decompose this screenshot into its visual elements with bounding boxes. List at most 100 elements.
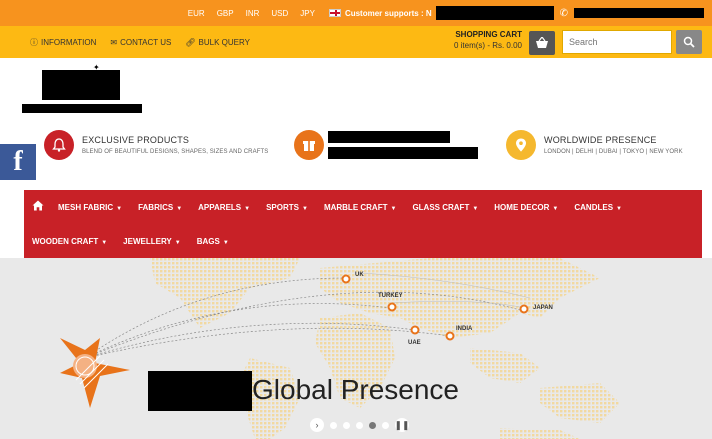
redacted-feature-subtitle [328, 147, 478, 159]
nav-item-wooden-craft[interactable]: WOODEN CRAFT ▼ [24, 237, 115, 246]
caret-down-icon: ▼ [472, 205, 479, 212]
feature-subtitle: BLEND OF BEAUTIFUL DESIGNS, SHAPES, SIZE… [82, 149, 269, 155]
search-icon [683, 36, 695, 48]
caret-down-icon: ▼ [301, 205, 308, 212]
redacted-email [435, 6, 554, 20]
carousel-dot[interactable] [330, 421, 337, 429]
city-label-uae: UAE [408, 340, 421, 346]
nav-label: BAGS [196, 236, 220, 246]
currency-inr[interactable]: INR [240, 9, 266, 18]
link-icon: 🔗︎ [185, 37, 196, 47]
utility-links: ⓘ INFORMATION ✉ CONTACT US 🔗︎ BULK QUERY [30, 37, 250, 48]
caret-down-icon: ▼ [390, 205, 397, 212]
feature-redacted [294, 130, 478, 160]
nav-item-home-decor[interactable]: HOME DECOR ▼ [486, 203, 566, 212]
location-pin-icon [506, 130, 536, 160]
carousel-dot[interactable] [343, 421, 350, 429]
customer-support-label: Customer supports : N [344, 8, 432, 18]
nav-item-fabrics[interactable]: FABRICS ▼ [130, 203, 190, 212]
nav-label: SPORTS [266, 202, 299, 212]
feature-subtitle: LONDON | DELHI | DUBAI | TOKYO | NEW YOR… [544, 149, 683, 155]
nav-label: FABRICS [138, 202, 174, 212]
nav-label: HOME DECOR [494, 202, 550, 212]
information-label: INFORMATION [41, 37, 97, 47]
shopping-cart[interactable]: SHOPPING CART 0 item(s) - Rs. 0.00 [440, 30, 522, 50]
currency-jpy[interactable]: JPY [294, 9, 321, 18]
nav-item-glass-craft[interactable]: GLASS CRAFT ▼ [404, 203, 486, 212]
nav-label: WOODEN CRAFT [32, 236, 99, 246]
nav-row-2: WOODEN CRAFT ▼ JEWELLERY ▼ BAGS ▼ [24, 224, 237, 258]
feature-title: WORLDWIDE PRESENCE [544, 135, 657, 145]
nav-label: JEWELLERY [123, 236, 172, 246]
secondary-bar: ⓘ INFORMATION ✉ CONTACT US 🔗︎ BULK QUERY… [0, 26, 712, 58]
redacted-brand-name [148, 371, 252, 411]
top-bar: EUR GBP INR USD JPY Customer supports : … [0, 0, 712, 26]
contact-us-label: CONTACT US [120, 37, 172, 47]
feature-worldwide-presence: WORLDWIDE PRESENCE LONDON | DELHI | DUBA… [506, 130, 683, 160]
carousel-pause-icon[interactable]: ❚❚ [394, 418, 410, 432]
feature-title: EXCLUSIVE PRODUCTS [82, 135, 190, 145]
carousel-dot[interactable] [382, 421, 389, 429]
city-label-india: INDIA [456, 326, 473, 332]
uk-flag-icon [328, 9, 341, 17]
world-map-graphic [60, 258, 620, 439]
feature-exclusive-products: EXCLUSIVE PRODUCTS BLEND OF BEAUTIFUL DE… [44, 130, 268, 160]
cart-title: SHOPPING CART [455, 30, 522, 39]
currency-eur[interactable]: EUR [182, 9, 211, 18]
page: EUR GBP INR USD JPY Customer supports : … [0, 0, 712, 439]
phone-icon: ✆ [559, 7, 568, 19]
home-icon[interactable] [24, 200, 50, 214]
city-label-japan: JAPAN [533, 305, 553, 311]
bulk-query-label: BULK QUERY [198, 37, 250, 47]
basket-icon[interactable] [529, 31, 555, 55]
contact-us-link[interactable]: ✉ CONTACT US [110, 37, 171, 48]
facebook-button[interactable]: f [0, 144, 36, 180]
nav-item-apparels[interactable]: APPARELS ▼ [190, 203, 258, 212]
city-label-turkey: TURKEY [378, 293, 403, 299]
banner-title: Global Presence [252, 374, 460, 405]
redacted-phone [574, 8, 704, 18]
redacted-logo[interactable] [42, 70, 120, 100]
currency-gbp[interactable]: GBP [211, 9, 240, 18]
hero-banner: UK TURKEY JAPAN INDIA UAE Global Presenc… [0, 258, 712, 439]
nav-item-mesh-fabric[interactable]: MESH FABRIC ▼ [50, 203, 130, 212]
nav-label: APPARELS [198, 202, 242, 212]
carousel-dot[interactable] [356, 421, 363, 429]
redacted-feature-title [328, 131, 450, 143]
redacted-logo-tagline [22, 104, 142, 113]
search-button[interactable] [676, 30, 702, 54]
caret-down-icon: ▼ [616, 205, 622, 212]
cart-summary: 0 item(s) - Rs. 0.00 [453, 41, 522, 50]
search-input[interactable] [562, 30, 672, 54]
nav-item-candles[interactable]: CANDLES ▼ [566, 203, 630, 212]
caret-down-icon: ▼ [174, 239, 181, 246]
carousel-next-icon[interactable]: › [310, 418, 324, 432]
nav-label: MARBLE CRAFT [323, 202, 388, 212]
facebook-icon: f [13, 146, 23, 177]
envelope-icon: ✉ [110, 37, 118, 47]
information-link[interactable]: ⓘ INFORMATION [30, 37, 96, 48]
caret-down-icon: ▼ [552, 205, 559, 212]
caret-down-icon: ▼ [101, 239, 108, 246]
nav-item-sports[interactable]: SPORTS ▼ [258, 203, 316, 212]
bulk-query-link[interactable]: 🔗︎ BULK QUERY [185, 37, 250, 48]
caret-down-icon: ▼ [222, 239, 229, 246]
carousel-dot-active[interactable] [369, 421, 376, 429]
caret-down-icon: ▼ [176, 205, 183, 212]
nav-row-1: MESH FABRIC ▼ FABRICS ▼ APPARELS ▼ SPORTS ▼ … [24, 190, 630, 224]
nav-label: CANDLES [574, 202, 614, 212]
currency-usd[interactable]: USD [265, 9, 294, 18]
caret-down-icon: ▼ [116, 205, 123, 212]
nav-item-jewellery[interactable]: JEWELLERY ▼ [115, 237, 189, 246]
caret-down-icon: ▼ [244, 205, 251, 212]
gift-icon [294, 130, 324, 160]
nav-label: MESH FABRIC [58, 202, 114, 212]
main-navigation: MESH FABRIC ▼ FABRICS ▼ APPARELS ▼ SPORTS ▼ … [24, 190, 702, 258]
bell-icon [44, 130, 74, 160]
nav-label: GLASS CRAFT [412, 202, 470, 212]
carousel-controls: › ❚❚ [310, 418, 410, 432]
nav-item-marble-craft[interactable]: MARBLE CRAFT ▼ [316, 203, 405, 212]
nav-item-bags[interactable]: BAGS ▼ [189, 237, 237, 246]
info-icon: ⓘ [30, 37, 38, 47]
city-label-uk: UK [355, 272, 364, 278]
